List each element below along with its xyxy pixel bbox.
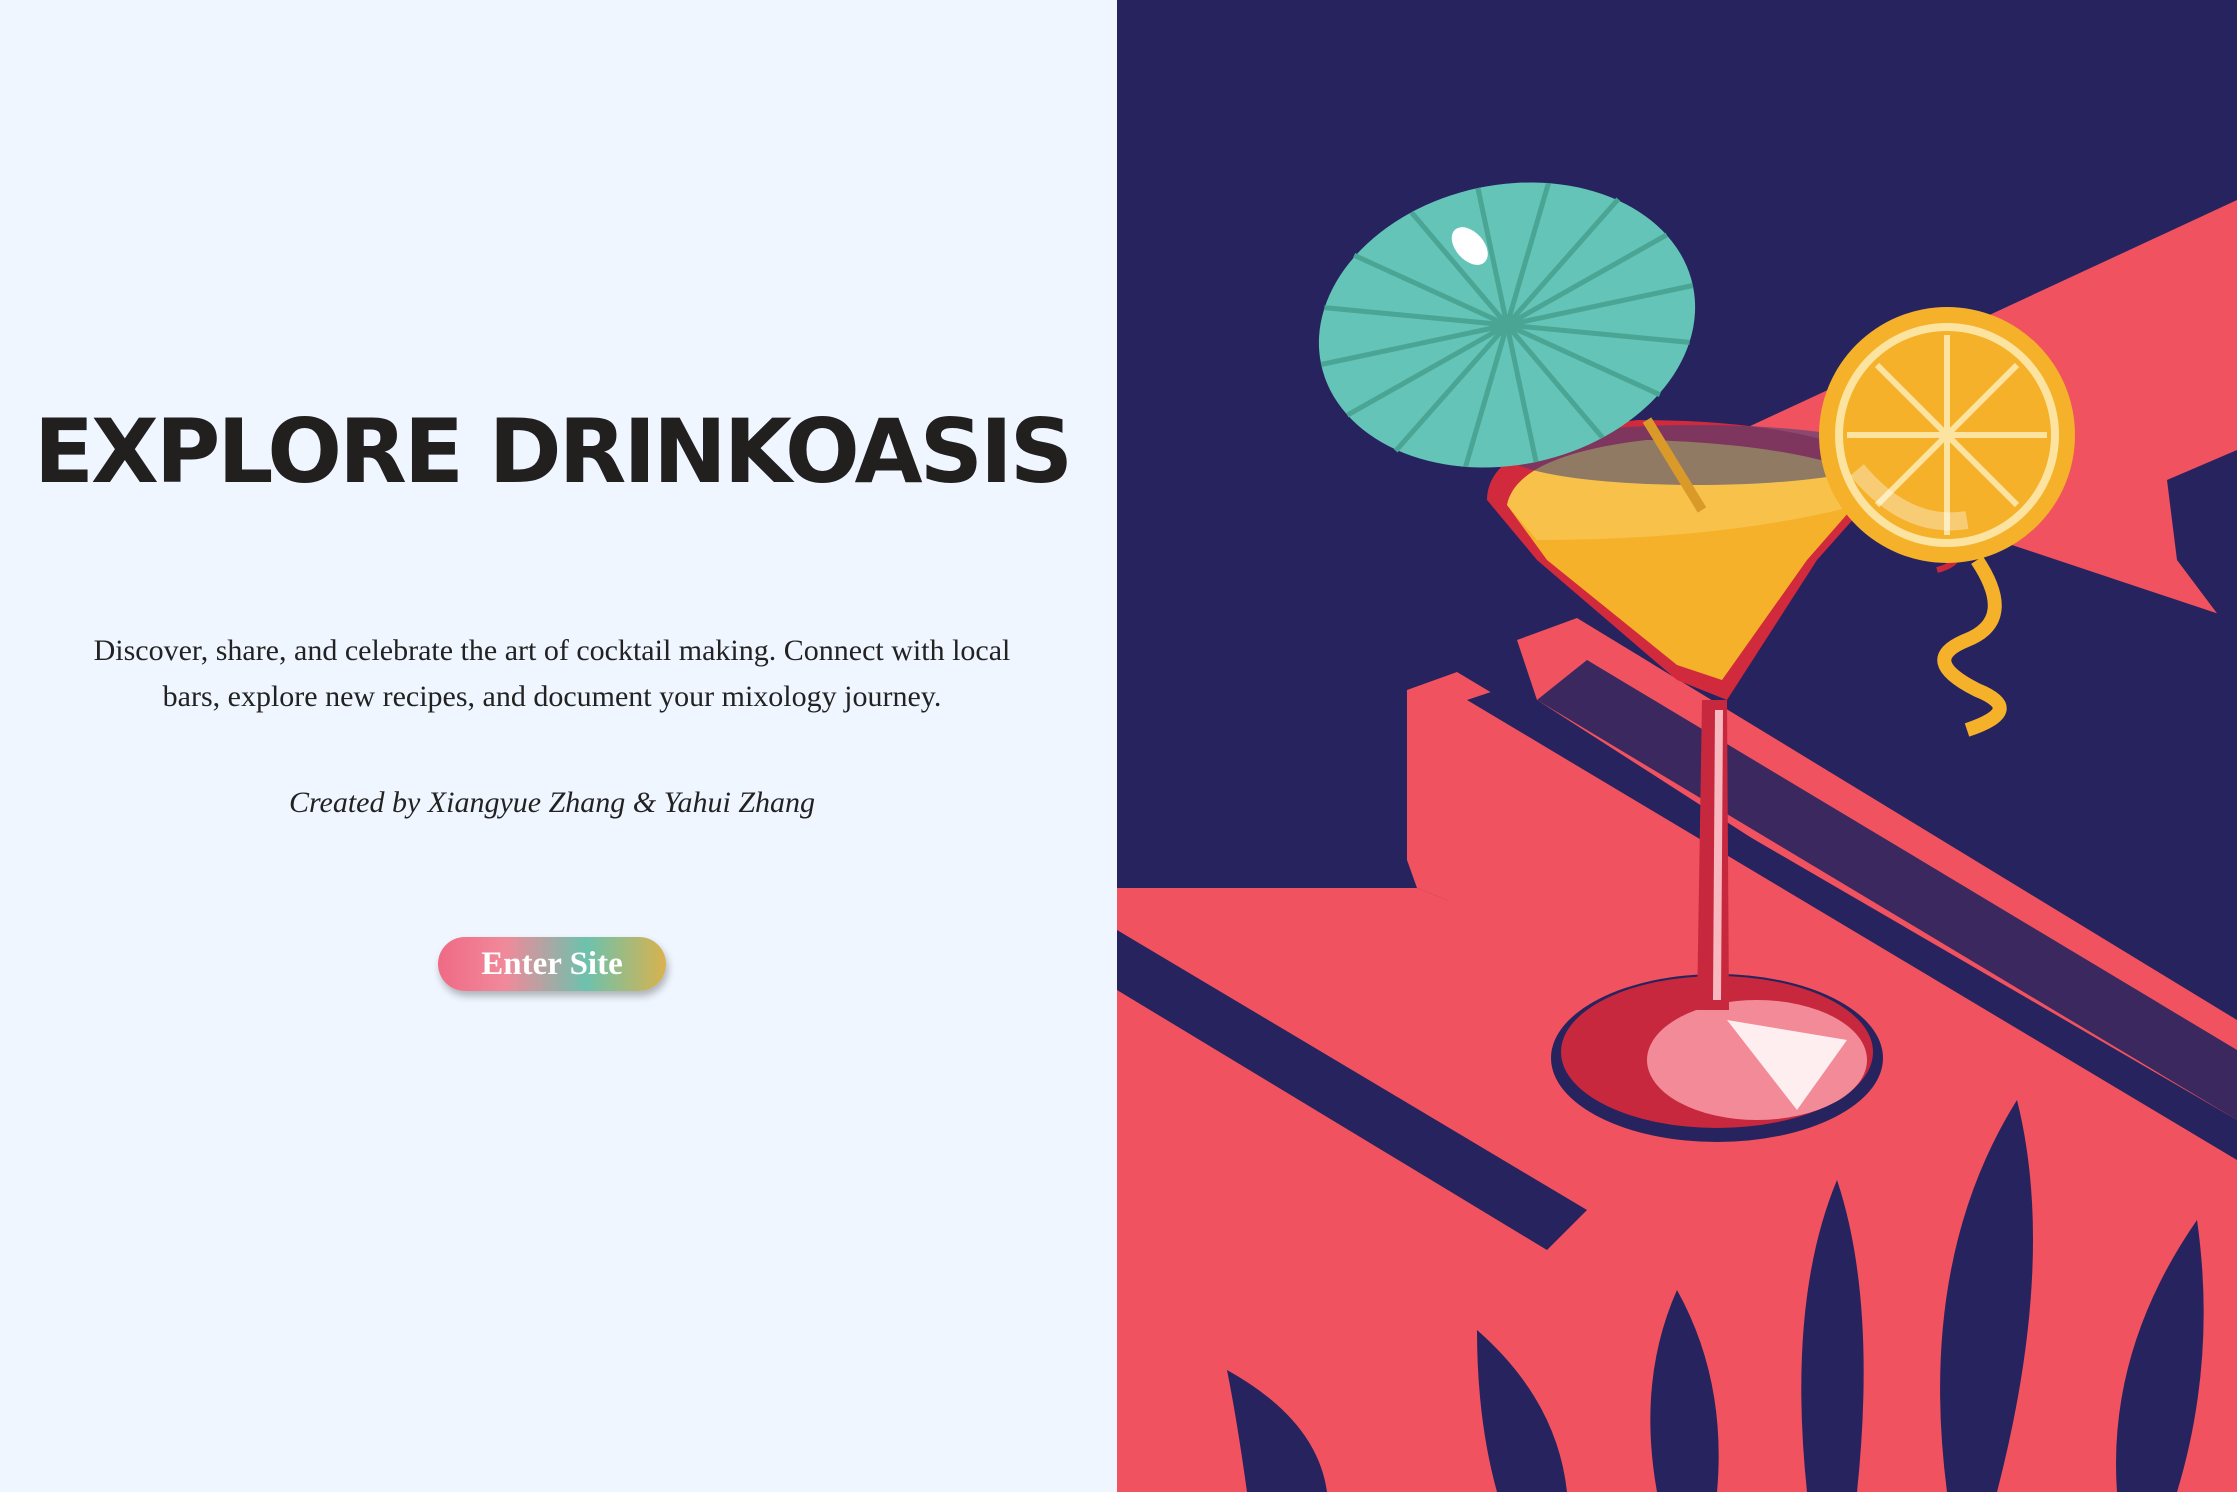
landing-page: EXPLORE DRINKOASIS Discover, share, and … bbox=[0, 0, 2237, 1492]
cocktail-illustration-image bbox=[1117, 0, 2237, 1492]
cocktail-illustration bbox=[1117, 0, 2237, 1492]
hero-description: Discover, share, and celebrate the art o… bbox=[93, 634, 1011, 713]
enter-site-button[interactable]: Enter Site bbox=[438, 937, 666, 991]
page-title: EXPLORE DRINKOASIS bbox=[33, 400, 1073, 503]
credit-text: Created by Xiangyue Zhang & Yahui Zhang bbox=[288, 786, 816, 819]
hero-panel: EXPLORE DRINKOASIS Discover, share, and … bbox=[0, 0, 1117, 1492]
